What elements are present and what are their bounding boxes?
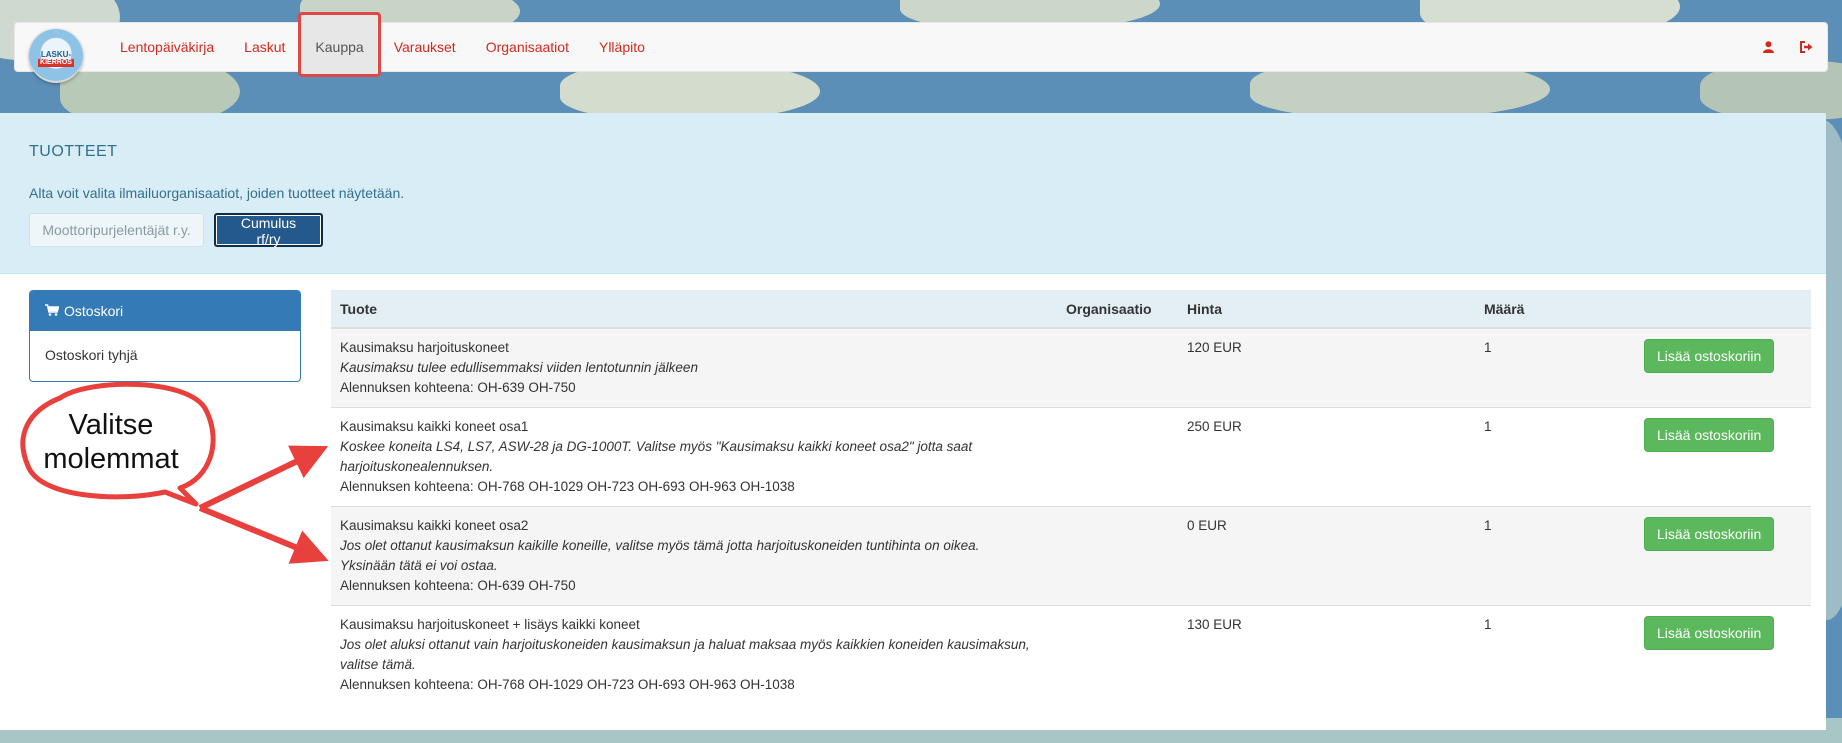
product-description-cont: Yksinään tätä ei voi ostaa. [340,558,498,573]
sign-out-icon[interactable] [1799,40,1813,54]
table-row: Kausimaksu harjoituskoneet + lisäys kaik… [331,605,1811,704]
table-row: Kausimaksu kaikki koneet osa2 Jos olet o… [331,506,1811,606]
action-cell: Lisää ostoskoriin [1635,605,1811,704]
org-cell [1057,506,1178,606]
org-cell [1057,327,1178,408]
product-description: Koskee koneita LS4, LS7, ASW-28 ja DG-10… [340,439,973,454]
logo-text-bottom: KIERROS [38,58,74,67]
add-to-cart-button[interactable]: Lisää ostoskoriin [1644,339,1775,373]
org-button-cumulus[interactable]: Cumulus rf/ry [214,213,323,247]
action-cell: Lisää ostoskoriin [1635,327,1811,408]
action-cell: Lisää ostoskoriin [1635,407,1811,507]
logo-text-top: LASKU- [40,49,72,59]
quantity-cell: 1 [1475,506,1635,606]
callout-line-1: Valitse [68,409,154,441]
product-description-cont: harjoituskonealennuksen. [340,459,494,474]
cart-title: Ostoskori [64,303,124,319]
products-table-container: Tuote Organisaatio Hinta Määrä Kausimaks… [331,290,1811,704]
quantity-cell: 1 [1475,407,1635,507]
add-to-cart-button[interactable]: Lisää ostoskoriin [1644,616,1775,650]
nav-kauppa[interactable]: Kauppa [298,12,381,77]
nav-lentopaivakirja[interactable]: Lentopäiväkirja [105,23,229,71]
product-discount: Alennuksen kohteena: OH-639 OH-750 [340,578,576,593]
price-cell: 250 EUR [1178,407,1475,507]
top-navbar: LASKU- KIERROS Lentopäiväkirja Laskut Ka… [14,12,1828,83]
col-header-organisaatio: Organisaatio [1057,290,1178,329]
price-cell: 130 EUR [1178,605,1475,704]
main-nav: Lentopäiväkirja Laskut Kauppa Varaukset … [105,12,660,77]
product-description-cont: valitse tämä. [340,657,416,672]
table-row: Kausimaksu harjoituskoneet Kausimaksu tu… [331,327,1811,408]
table-header-row: Tuote Organisaatio Hinta Määrä [331,290,1811,329]
product-discount: Alennuksen kohteena: OH-639 OH-750 [340,380,576,395]
product-discount: Alennuksen kohteena: OH-768 OH-1029 OH-7… [340,677,795,692]
price-cell: 0 EUR [1178,506,1475,606]
col-header-hinta: Hinta [1178,290,1475,329]
product-name: Kausimaksu harjoituskoneet + lisäys kaik… [340,617,640,632]
product-name: Kausimaksu kaikki koneet osa2 [340,518,529,533]
nav-organisaatiot[interactable]: Organisaatiot [471,23,584,71]
user-icon[interactable] [1761,40,1775,54]
shopping-cart-icon [45,303,60,319]
callout-line-2: molemmat [43,443,179,475]
page-title: TUOTTEET [29,143,118,160]
org-cell [1057,605,1178,704]
cart-empty-text: Ostoskori tyhjä [45,347,138,363]
products-table: Tuote Organisaatio Hinta Määrä Kausimaks… [331,290,1811,704]
org-cell [1057,407,1178,507]
product-description: Jos olet ottanut kausimaksun kaikille ko… [340,538,980,553]
nav-laskut[interactable]: Laskut [229,23,300,71]
price-cell: 120 EUR [1178,327,1475,408]
add-to-cart-button[interactable]: Lisää ostoskoriin [1644,418,1775,452]
laskukierros-logo[interactable]: LASKU- KIERROS [29,29,83,83]
nav-right-icons [1761,23,1813,71]
product-cell: Kausimaksu harjoituskoneet + lisäys kaik… [331,605,1057,704]
product-name: Kausimaksu harjoituskoneet [340,340,509,355]
product-cell: Kausimaksu kaikki koneet osa2 Jos olet o… [331,506,1057,606]
col-header-maara: Määrä [1475,290,1635,329]
product-discount: Alennuksen kohteena: OH-768 OH-1029 OH-7… [340,479,795,494]
quantity-cell: 1 [1475,605,1635,704]
product-description: Jos olet aluksi ottanut vain harjoitusko… [340,637,1030,652]
org-button-moottoripurjelentajat[interactable]: Moottoripurjelentäjät r.y. [29,213,204,247]
nav-yllapito[interactable]: Ylläpito [584,23,660,71]
page-description: Alta voit valita ilmailuorganisaatiot, j… [29,185,405,201]
arrow-to-osa1 [198,445,329,511]
quantity-cell: 1 [1475,327,1635,408]
product-name: Kausimaksu kaikki koneet osa1 [340,419,529,434]
table-row: Kausimaksu kaikki koneet osa1 Koskee kon… [331,407,1811,507]
arrow-to-osa2 [198,505,329,564]
callout-text: Valitse molemmat [26,408,196,476]
nav-varaukset[interactable]: Varaukset [379,23,471,71]
add-to-cart-button[interactable]: Lisää ostoskoriin [1644,517,1775,551]
cart-header: Ostoskori [30,291,300,331]
shopping-cart-panel: Ostoskori Ostoskori tyhjä [29,290,301,382]
col-header-actions [1635,290,1811,329]
products-header: TUOTTEET Alta voit valita ilmailuorganis… [0,113,1826,274]
product-description: Kausimaksu tulee edullisemmaksi viiden l… [340,360,698,375]
product-cell: Kausimaksu harjoituskoneet Kausimaksu tu… [331,327,1057,408]
action-cell: Lisää ostoskoriin [1635,506,1811,606]
product-cell: Kausimaksu kaikki koneet osa1 Koskee kon… [331,407,1057,507]
col-header-tuote: Tuote [331,290,1057,329]
